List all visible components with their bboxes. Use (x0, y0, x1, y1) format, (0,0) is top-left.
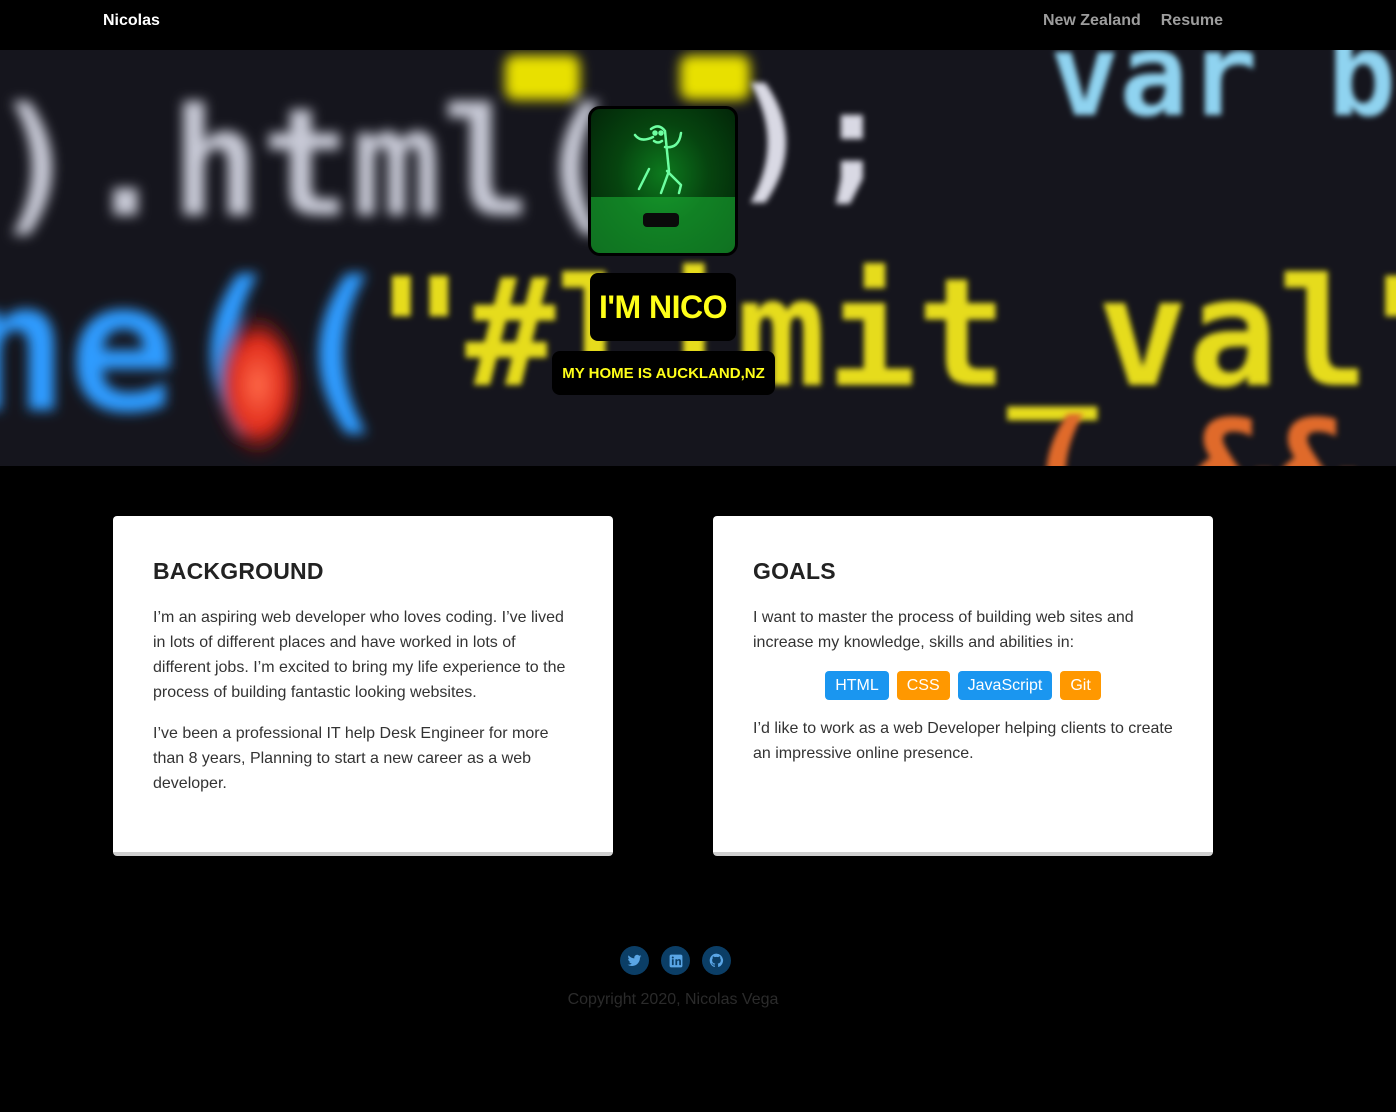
svg-text:);: ); (730, 60, 893, 217)
svg-text:( && (: ( && ( (1020, 391, 1396, 466)
goals-paragraph-2: I’d like to work as a web Developer help… (753, 720, 1173, 762)
linkedin-link[interactable] (661, 946, 690, 975)
navbar: Nicolas New Zealand Resume (0, 0, 1396, 50)
avatar (588, 106, 738, 256)
skill-badge-javascript: JavaScript (957, 671, 1053, 700)
nav-links: New Zealand Resume (1043, 12, 1223, 30)
copyright-text: Copyright 2020, Nicolas Vega (567, 991, 779, 1008)
svg-text:ne((: ne(( (0, 244, 393, 453)
github-link[interactable] (702, 946, 731, 975)
twitter-icon (627, 954, 642, 966)
twitter-link[interactable] (620, 946, 649, 975)
goals-paragraph-1: I want to master the process of building… (753, 609, 1134, 651)
background-title: BACKGROUND (153, 558, 324, 584)
skill-badge-css: CSS (896, 671, 950, 700)
brand-link[interactable]: Nicolas (103, 12, 160, 30)
hero-subtitle: MY HOME IS AUCKLAND,NZ (552, 351, 775, 395)
cactuar-lamp-icon (591, 125, 735, 253)
background-paragraph-2: I’ve been a professional IT help Desk En… (153, 725, 549, 792)
skill-badge-git: Git (1060, 671, 1101, 700)
hero-banner: ).html( ); var b ne(( "#limit_val").va (… (0, 50, 1396, 466)
goals-title: GOALS (753, 558, 836, 584)
background-paragraph-1: I’m an aspiring web developer who loves … (153, 609, 566, 701)
linkedin-icon (669, 954, 682, 967)
svg-text:var b: var b (1050, 50, 1396, 143)
svg-text:).html(: ).html( (0, 77, 622, 251)
skills-list: HTML CSS JavaScript Git (753, 671, 1173, 700)
hero-title: I'M NICO (590, 273, 736, 341)
social-links (620, 946, 731, 975)
goals-card: GOALS I want to master the process of bu… (713, 516, 1213, 856)
background-card: BACKGROUND I’m an aspiring web developer… (113, 516, 613, 856)
github-icon (709, 953, 724, 968)
nav-link-resume[interactable]: Resume (1161, 12, 1223, 30)
skill-badge-html: HTML (825, 671, 889, 700)
nav-link-new-zealand[interactable]: New Zealand (1043, 12, 1141, 30)
